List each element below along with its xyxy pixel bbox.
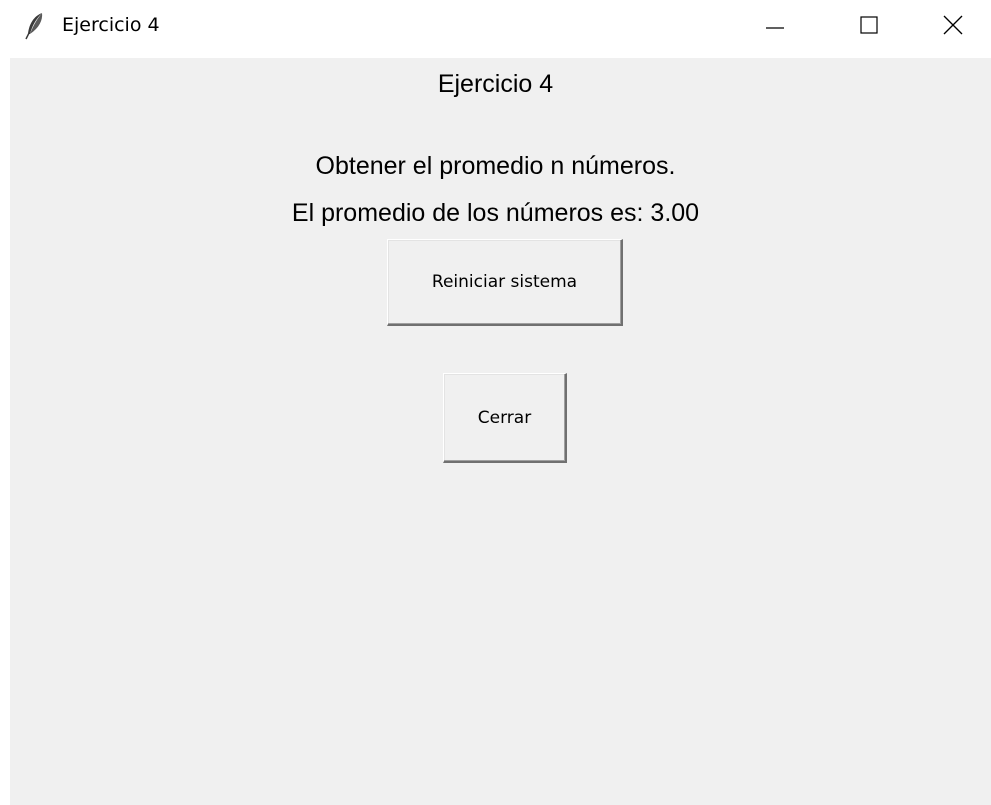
- close-icon: [942, 14, 964, 41]
- maximize-icon: [859, 15, 879, 40]
- close-button[interactable]: Cerrar: [443, 373, 567, 463]
- maximize-button[interactable]: [824, 0, 914, 54]
- minimize-icon: [765, 15, 785, 40]
- app-window: Ejercicio 4 Ejercicio 4 Obtener el prome…: [0, 0, 991, 805]
- page-title: Ejercicio 4: [437, 70, 554, 98]
- close-window-button[interactable]: [915, 0, 991, 54]
- description-label: Obtener el promedio n números.: [315, 152, 676, 180]
- result-label: El promedio de los números es: 3.00: [291, 199, 700, 227]
- title-bar[interactable]: Ejercicio 4: [0, 0, 991, 58]
- minimize-button[interactable]: [730, 0, 820, 54]
- window-title: Ejercicio 4: [62, 14, 160, 36]
- feather-icon: [24, 12, 46, 40]
- reset-system-button[interactable]: Reiniciar sistema: [387, 239, 623, 326]
